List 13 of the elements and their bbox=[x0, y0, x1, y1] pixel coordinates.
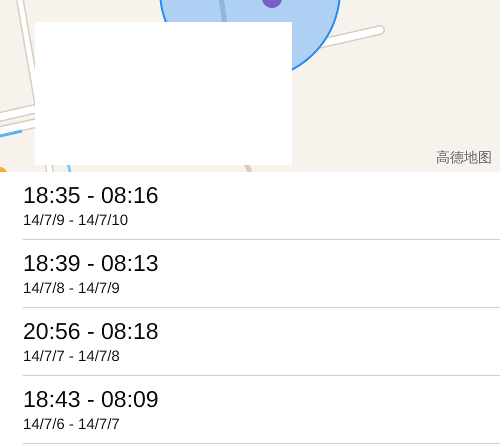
date-range: 14/7/8 - 14/7/9 bbox=[23, 279, 121, 299]
date-range: 14/7/7 - 14/7/8 bbox=[23, 347, 121, 367]
map-attribution: 高德地图 bbox=[436, 149, 492, 167]
session-row[interactable]: 18:39 - 08:13 14/7/8 - 14/7/9 bbox=[23, 240, 500, 308]
session-row[interactable]: 20:56 - 08:18 14/7/7 - 14/7/8 bbox=[23, 308, 500, 376]
date-range: 14/7/9 - 14/7/10 bbox=[23, 211, 130, 231]
session-row[interactable]: 18:35 - 08:16 14/7/9 - 14/7/10 bbox=[23, 172, 500, 240]
time-range: 18:39 - 08:13 bbox=[23, 249, 160, 277]
session-row[interactable]: 18:43 - 08:09 14/7/6 - 14/7/7 bbox=[23, 376, 500, 444]
time-range: 18:35 - 08:16 bbox=[23, 181, 160, 209]
time-range: 18:43 - 08:09 bbox=[23, 385, 160, 413]
date-range: 14/7/6 - 14/7/7 bbox=[23, 415, 121, 435]
time-range: 20:56 - 08:18 bbox=[23, 317, 160, 345]
